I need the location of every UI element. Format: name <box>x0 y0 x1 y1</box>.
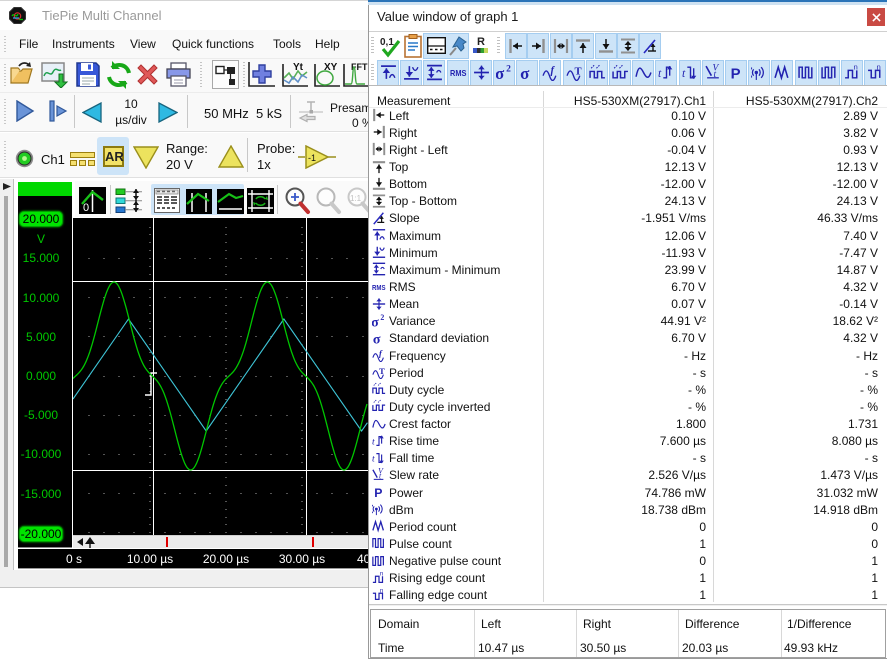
svg-text:2: 2 <box>380 314 384 322</box>
svg-text:0,1: 0,1 <box>380 37 394 48</box>
svg-text:RMS: RMS <box>450 68 467 78</box>
svg-text:n: n <box>380 588 383 594</box>
svg-text:σ: σ <box>496 64 505 81</box>
svg-text:1:1: 1:1 <box>350 194 362 203</box>
svg-text:n: n <box>854 64 858 71</box>
svg-text:f: f <box>379 348 383 358</box>
svg-text:0: 0 <box>83 202 89 214</box>
svg-text:f: f <box>551 66 556 77</box>
svg-text:t: t <box>372 454 375 465</box>
svg-text:2: 2 <box>506 64 511 74</box>
svg-text:n: n <box>877 64 881 71</box>
svg-text:t: t <box>372 437 375 448</box>
svg-text:σ: σ <box>520 64 530 81</box>
svg-text:σ: σ <box>373 332 381 345</box>
svg-text:P: P <box>731 66 741 81</box>
svg-text:σ: σ <box>372 315 379 328</box>
svg-text:R: R <box>477 36 485 48</box>
svg-text:RMS: RMS <box>372 285 386 292</box>
svg-text:t: t <box>658 67 662 80</box>
svg-text:T: T <box>379 366 385 376</box>
svg-text:T: T <box>575 67 582 78</box>
svg-text:n: n <box>380 571 383 577</box>
svg-text:t: t <box>682 67 686 80</box>
svg-text:V: V <box>712 64 719 73</box>
svg-text:-1: -1 <box>308 153 316 163</box>
svg-text:V: V <box>378 468 384 475</box>
svg-text:P: P <box>374 486 382 499</box>
